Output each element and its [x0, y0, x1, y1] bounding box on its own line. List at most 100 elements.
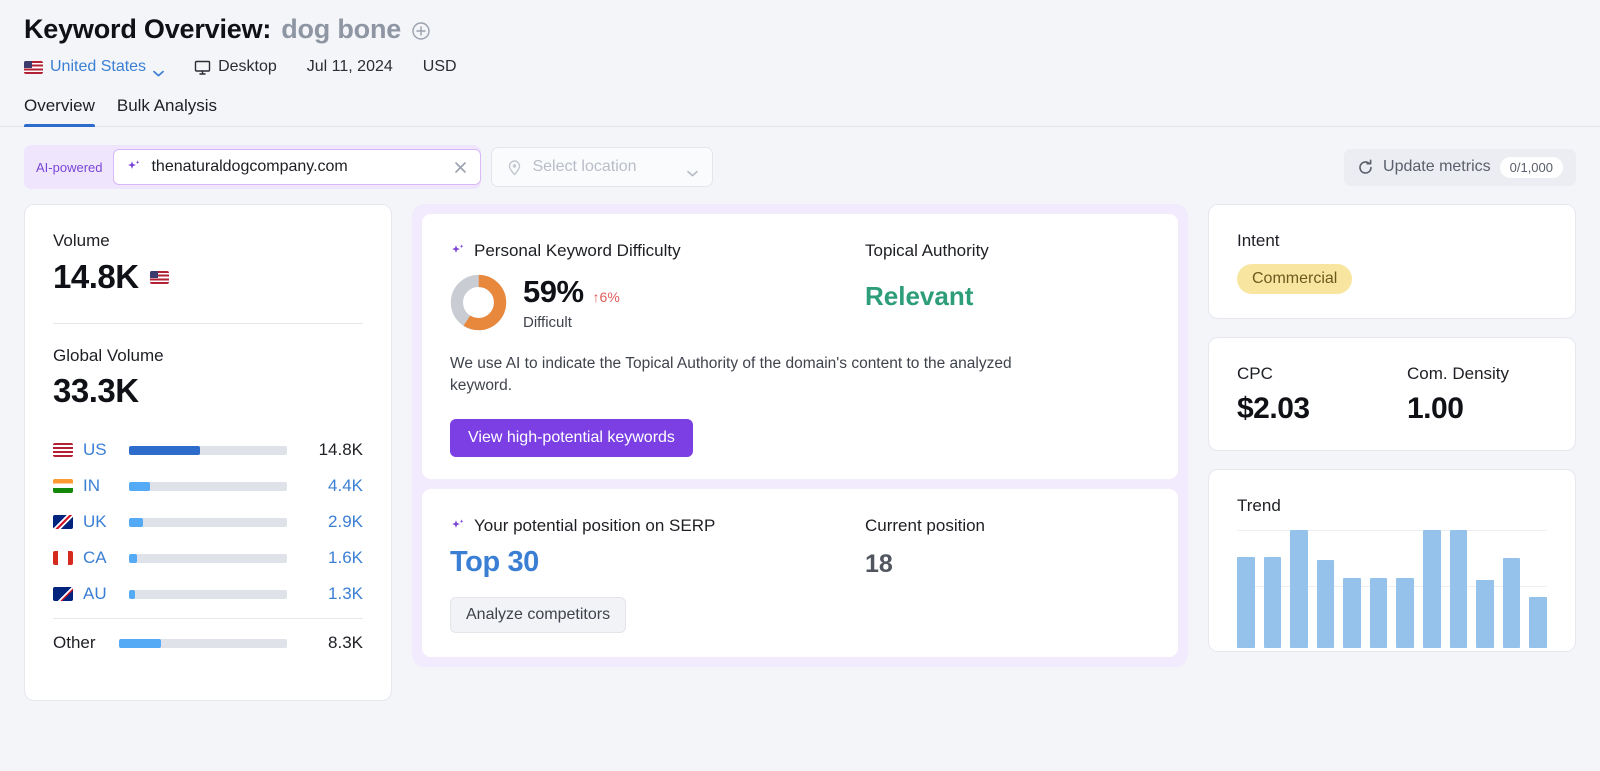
- trend-label: Trend: [1237, 496, 1547, 516]
- cpc-block: CPC $2.03: [1237, 364, 1407, 426]
- us-flag-icon: [150, 271, 169, 284]
- desktop-monitor-icon: [194, 59, 211, 76]
- trend-bar: [1264, 557, 1282, 648]
- country-volume-bar: [129, 554, 287, 563]
- intent-card: Intent Commercial: [1208, 204, 1576, 319]
- country-volume-value: 8.3K: [301, 633, 363, 653]
- device-indicator: Desktop: [194, 58, 277, 76]
- quota-badge: 0/1,000: [1500, 157, 1563, 178]
- chevron-down-icon: [153, 64, 164, 71]
- country-volume-value: 1.6K: [301, 548, 363, 568]
- country-volume-bar: [129, 482, 287, 491]
- country-volume-value: 2.9K: [301, 512, 363, 532]
- global-volume-label: Global Volume: [53, 346, 363, 366]
- country-code: IN: [83, 476, 129, 496]
- volume-card: Volume 14.8K Global Volume 33.3K US14.8K…: [24, 204, 392, 701]
- difficulty-delta: ↑6%: [593, 289, 620, 305]
- intent-label: Intent: [1237, 231, 1547, 251]
- trend-bar: [1317, 560, 1335, 649]
- difficulty-label: Difficult: [523, 314, 620, 331]
- sparkle-icon: [450, 243, 466, 259]
- divider: [53, 323, 363, 324]
- topical-authority-value: Relevant: [865, 281, 989, 312]
- difficulty-donut-chart: [450, 274, 507, 331]
- trend-bar: [1290, 530, 1308, 648]
- page-title: Keyword Overview: dog bone: [24, 14, 1576, 45]
- ai-insights-shell: Personal Keyword Difficulty: [412, 204, 1188, 667]
- domain-input[interactable]: thenaturaldogcompany.com: [113, 149, 481, 185]
- trend-bar: [1423, 530, 1441, 648]
- com-density-value: 1.00: [1407, 392, 1577, 426]
- device-label: Desktop: [218, 58, 277, 76]
- country-row: UK 2.9K: [53, 504, 363, 540]
- page-title-keyword: dog bone: [281, 14, 401, 45]
- country-code: AU: [83, 584, 129, 604]
- tab-bulk-analysis[interactable]: Bulk Analysis: [117, 96, 217, 126]
- in-flag-icon: [53, 479, 73, 493]
- country-code: UK: [83, 512, 129, 532]
- country-code: CA: [83, 548, 129, 568]
- date-label: Jul 11, 2024: [307, 58, 393, 76]
- country-volume-list: US14.8KIN4.4K UK 2.9K CA 1.6K AU 1.3K Other 8.3K: [53, 432, 363, 661]
- country-code: Other: [53, 633, 119, 653]
- country-row: US14.8K: [53, 432, 363, 468]
- country-volume-bar: [129, 446, 287, 455]
- country-selector[interactable]: United States: [24, 58, 164, 76]
- personal-keyword-difficulty-card: Personal Keyword Difficulty: [422, 214, 1178, 479]
- cpc-label: CPC: [1237, 364, 1407, 384]
- us-flag-icon: [24, 61, 43, 74]
- trend-bar: [1370, 578, 1388, 648]
- trend-bar: [1503, 558, 1521, 648]
- potential-position-value: Top 30: [450, 546, 865, 579]
- trend-bar: [1476, 580, 1494, 648]
- trend-bar: [1343, 578, 1361, 648]
- country-label: United States: [50, 58, 146, 76]
- serp-title-row: Your potential position on SERP: [450, 516, 865, 536]
- volume-value: 14.8K: [53, 258, 139, 296]
- location-select[interactable]: Select location: [491, 147, 713, 187]
- trend-bar: [1237, 557, 1255, 648]
- main-content: Volume 14.8K Global Volume 33.3K US14.8K…: [0, 189, 1600, 701]
- chevron-down-icon: [687, 164, 698, 171]
- country-row: CA 1.6K: [53, 540, 363, 576]
- com-density-block: Com. Density 1.00: [1407, 364, 1577, 426]
- ca-flag-icon: [53, 551, 73, 565]
- refresh-icon: [1357, 159, 1374, 176]
- cpc-card: CPC $2.03 Com. Density 1.00: [1208, 337, 1576, 451]
- serp-title: Your potential position on SERP: [474, 516, 715, 536]
- country-row-other: Other 8.3K: [53, 625, 363, 661]
- global-volume-value: 33.3K: [53, 372, 363, 410]
- ai-powered-badge: AI-powered: [24, 160, 113, 175]
- update-metrics-button[interactable]: Update metrics 0/1,000: [1344, 149, 1576, 186]
- plus-circle-icon[interactable]: [411, 21, 431, 41]
- country-row: IN4.4K: [53, 468, 363, 504]
- country-volume-bar: [129, 590, 287, 599]
- pkd-title-row: Personal Keyword Difficulty: [450, 241, 865, 261]
- au-flag-icon: [53, 587, 73, 601]
- trend-bar: [1529, 597, 1547, 648]
- close-icon[interactable]: [453, 160, 468, 175]
- view-high-potential-keywords-button[interactable]: View high-potential keywords: [450, 419, 693, 457]
- meta-row: United States Desktop Jul 11, 2024 USD: [24, 58, 1576, 76]
- tab-bar: Overview Bulk Analysis: [0, 96, 1600, 127]
- uk-flag-icon: [53, 515, 73, 529]
- country-volume-value: 1.3K: [301, 584, 363, 604]
- sparkle-icon: [450, 518, 466, 534]
- cpc-value: $2.03: [1237, 392, 1407, 426]
- intent-badge: Commercial: [1237, 264, 1352, 294]
- country-volume-bar: [119, 639, 287, 648]
- current-position-label: Current position: [865, 516, 985, 536]
- pkd-title: Personal Keyword Difficulty: [474, 241, 681, 261]
- analyze-competitors-button[interactable]: Analyze competitors: [450, 597, 626, 633]
- location-placeholder: Select location: [532, 158, 678, 176]
- map-pin-icon: [506, 159, 523, 176]
- us-flag-icon: [53, 443, 73, 457]
- volume-label: Volume: [53, 231, 363, 251]
- tab-overview[interactable]: Overview: [24, 96, 95, 126]
- current-position-value: 18: [865, 550, 985, 579]
- country-code: US: [83, 440, 129, 460]
- domain-value: thenaturaldogcompany.com: [151, 158, 444, 176]
- trend-bar: [1450, 530, 1468, 648]
- trend-bar: [1396, 578, 1414, 648]
- sparkle-icon: [126, 159, 142, 175]
